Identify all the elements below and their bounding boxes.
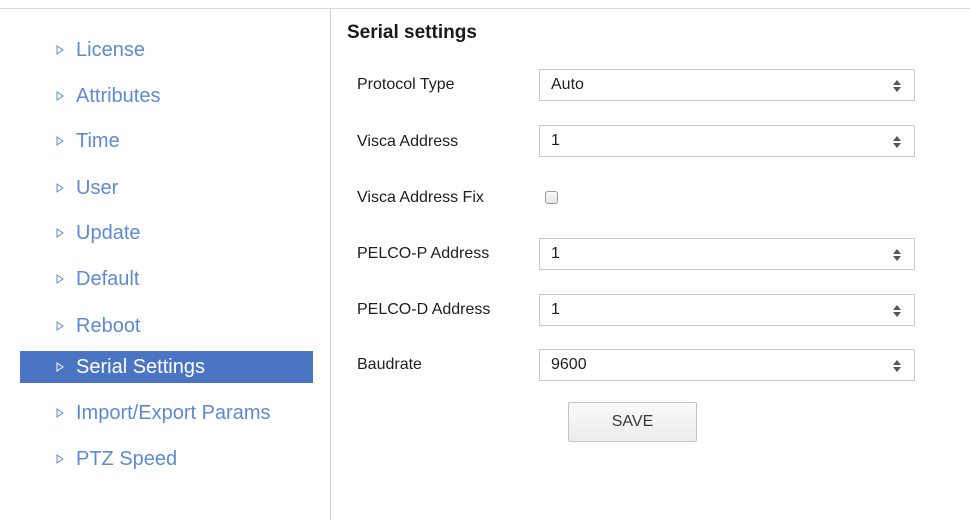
triangle-right-icon (56, 228, 64, 238)
visca-address-select[interactable]: 1 (539, 125, 915, 157)
sidebar: License Attributes Time User Update Defa… (0, 9, 330, 520)
triangle-right-icon (56, 408, 64, 418)
baudrate-select[interactable]: 9600 (539, 349, 915, 381)
save-button[interactable]: SAVE (568, 402, 697, 442)
visca-address-label: Visca Address (357, 133, 459, 150)
sort-arrows-icon (893, 136, 901, 148)
sort-arrows-icon (893, 80, 901, 92)
sort-arrows-icon (893, 360, 901, 372)
sidebar-item-label: Attributes (76, 84, 161, 107)
triangle-right-icon (56, 274, 64, 284)
sidebar-item-time[interactable]: Time (20, 125, 313, 157)
pelco-p-address-select[interactable]: 1 (539, 238, 915, 270)
sidebar-item-default[interactable]: Default (20, 263, 313, 295)
pelco-d-address-label: PELCO-D Address (357, 301, 491, 318)
pelco-p-address-value: 1 (551, 245, 560, 262)
triangle-right-icon (56, 321, 64, 331)
sidebar-item-label: Import/Export Params (76, 401, 271, 424)
sidebar-item-label: PTZ Speed (76, 447, 178, 470)
pelco-d-address-select[interactable]: 1 (539, 294, 915, 326)
protocol-type-select[interactable]: Auto (539, 69, 915, 101)
sidebar-item-update[interactable]: Update (20, 217, 313, 249)
pelco-p-address-label: PELCO-P Address (357, 245, 490, 262)
visca-address-value: 1 (551, 132, 560, 149)
triangle-right-icon (56, 183, 64, 193)
sidebar-item-label: License (76, 38, 145, 61)
page-title: Serial settings (347, 22, 477, 43)
triangle-right-icon (56, 91, 64, 101)
protocol-type-value: Auto (551, 76, 584, 93)
sort-arrows-icon (893, 305, 901, 317)
triangle-right-icon (56, 45, 64, 55)
pelco-d-address-value: 1 (551, 301, 560, 318)
baudrate-label: Baudrate (357, 356, 422, 373)
sidebar-item-ptz-speed[interactable]: PTZ Speed (20, 443, 313, 475)
triangle-right-icon (56, 136, 64, 146)
sidebar-item-label: User (76, 176, 119, 199)
protocol-type-label: Protocol Type (357, 76, 455, 93)
sidebar-item-label: Update (76, 221, 141, 244)
serial-settings-panel: Serial settings Protocol Type Auto Visca… (347, 0, 947, 520)
sidebar-item-attributes[interactable]: Attributes (20, 80, 313, 112)
triangle-right-icon (56, 362, 64, 372)
sidebar-item-label: Default (76, 267, 140, 290)
sort-arrows-icon (893, 249, 901, 261)
triangle-right-icon (56, 454, 64, 464)
visca-address-fix-label: Visca Address Fix (357, 189, 484, 206)
sidebar-item-label: Serial Settings (76, 355, 205, 378)
sidebar-item-label: Reboot (76, 314, 141, 337)
sidebar-item-serial-settings[interactable]: Serial Settings (20, 351, 313, 383)
sidebar-item-user[interactable]: User (20, 172, 313, 204)
sidebar-item-license[interactable]: License (20, 34, 313, 66)
sidebar-item-import-export-params[interactable]: Import/Export Params (20, 397, 313, 429)
sidebar-divider (330, 9, 331, 520)
sidebar-item-label: Time (76, 129, 120, 152)
baudrate-value: 9600 (551, 356, 587, 373)
visca-address-fix-checkbox[interactable] (545, 191, 558, 204)
sidebar-item-reboot[interactable]: Reboot (20, 310, 313, 342)
